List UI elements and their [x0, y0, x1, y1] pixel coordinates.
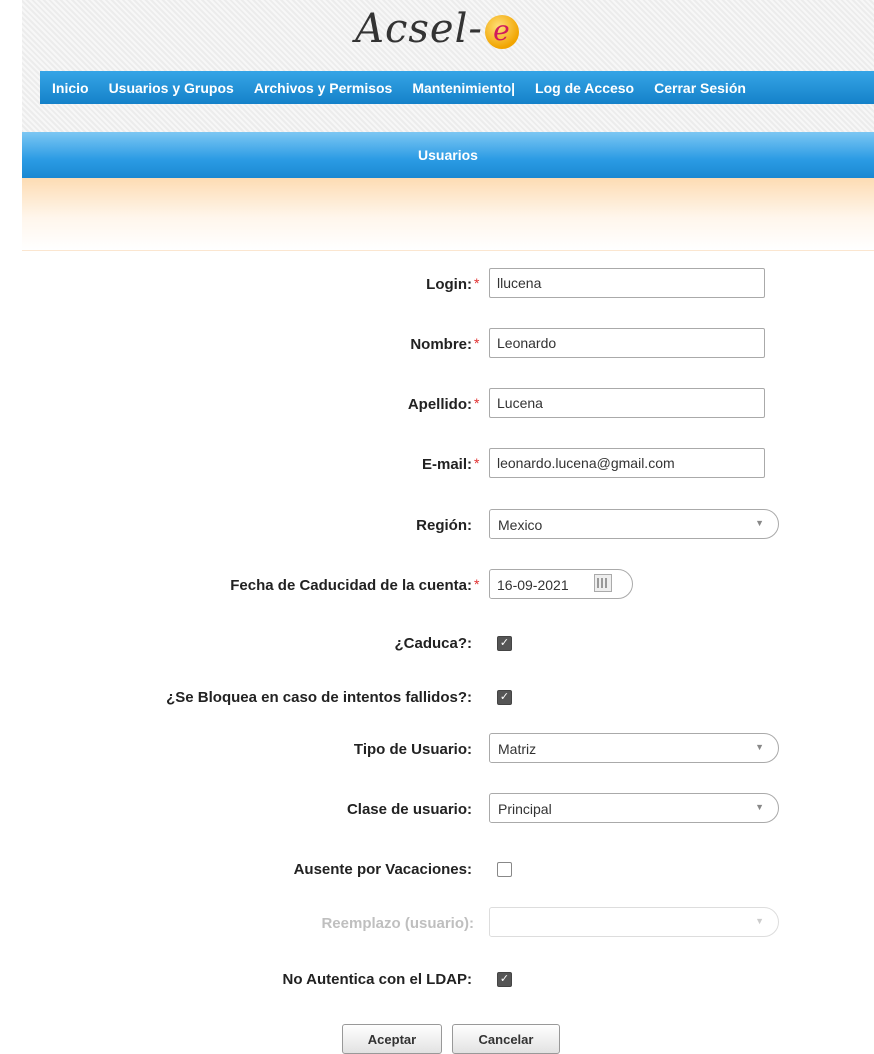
- chevron-down-icon: ▼: [755, 742, 764, 752]
- chevron-down-icon: ▼: [755, 802, 764, 812]
- login-row: Login: *: [0, 266, 874, 306]
- chevron-down-icon: ▼: [755, 518, 764, 528]
- tipo-label: Tipo de Usuario:: [353, 741, 472, 758]
- nombre-row: Nombre: *: [0, 326, 874, 366]
- login-input[interactable]: [489, 268, 765, 298]
- main-nav: Inicio Usuarios y Grupos Archivos y Perm…: [40, 71, 874, 104]
- ldap-label: No Autentica con el LDAP:: [282, 971, 472, 988]
- ausente-checkbox[interactable]: [497, 862, 512, 877]
- nav-archivos-permisos[interactable]: Archivos y Permisos: [254, 80, 393, 96]
- logo-text: Acsel-: [355, 6, 483, 52]
- nav-usuarios-grupos[interactable]: Usuarios y Grupos: [109, 80, 234, 96]
- fecha-date-input[interactable]: 16-09-2021: [489, 569, 633, 599]
- apellido-label: Apellido:: [407, 396, 472, 413]
- reemplazo-colon: :: [469, 915, 474, 932]
- app-logo: Acsel-e: [0, 6, 874, 52]
- bloquea-label: ¿Se Bloquea en caso de intentos fallidos…: [166, 689, 472, 706]
- ldap-checkbox[interactable]: ✓: [497, 972, 512, 987]
- fecha-row: Fecha de Caducidad de la cuenta: * 16-09…: [0, 567, 874, 607]
- page-title-bar: Usuarios: [22, 132, 874, 178]
- region-row: Región: Mexico ▼: [0, 507, 874, 547]
- caduca-checkbox[interactable]: ✓: [497, 636, 512, 651]
- ldap-row: No Autentica con el LDAP: ✓: [0, 961, 874, 1001]
- required-mark: *: [474, 275, 480, 291]
- nombre-label: Nombre:: [410, 336, 472, 353]
- region-select[interactable]: Mexico ▼: [489, 509, 779, 539]
- email-label: E-mail:: [421, 456, 472, 473]
- logo-e-icon: e: [484, 15, 519, 49]
- caduca-row: ¿Caduca?: ✓: [0, 625, 874, 665]
- email-input[interactable]: [489, 448, 765, 478]
- tipo-select[interactable]: Matriz ▼: [489, 733, 779, 763]
- tipo-row: Tipo de Usuario: Matriz ▼: [0, 731, 874, 771]
- apellido-input[interactable]: [489, 388, 765, 418]
- required-mark: *: [474, 395, 480, 411]
- clase-value: Principal: [498, 801, 552, 817]
- reemplazo-label: Reemplazo (usuario): [321, 915, 469, 932]
- clase-row: Clase de usuario: Principal ▼: [0, 791, 874, 831]
- clase-select[interactable]: Principal ▼: [489, 793, 779, 823]
- tipo-value: Matriz: [498, 741, 537, 757]
- email-row: E-mail: *: [0, 446, 874, 486]
- nombre-input[interactable]: [489, 328, 765, 358]
- page-title: Usuarios: [418, 147, 478, 163]
- nav-inicio[interactable]: Inicio: [52, 80, 89, 96]
- cancelar-button[interactable]: Cancelar: [452, 1024, 560, 1054]
- ausente-label: Ausente por Vacaciones:: [293, 861, 472, 878]
- reemplazo-row: Reemplazo (usuario) : ▼: [0, 905, 874, 945]
- aceptar-button[interactable]: Aceptar: [342, 1024, 442, 1054]
- nav-mantenimiento[interactable]: Mantenimiento|: [412, 80, 515, 96]
- reemplazo-select[interactable]: ▼: [489, 907, 779, 937]
- fecha-value: 16-09-2021: [497, 577, 569, 593]
- bloquea-row: ¿Se Bloquea en caso de intentos fallidos…: [0, 679, 874, 719]
- apellido-row: Apellido: *: [0, 386, 874, 426]
- caduca-label: ¿Caduca?:: [394, 635, 472, 652]
- required-mark: *: [474, 576, 480, 592]
- nav-log-acceso[interactable]: Log de Acceso: [535, 80, 634, 96]
- orange-band: [22, 178, 874, 251]
- clase-label: Clase de usuario:: [346, 801, 472, 818]
- bloquea-checkbox[interactable]: ✓: [497, 690, 512, 705]
- region-label: Región:: [416, 517, 472, 534]
- required-mark: *: [474, 455, 480, 471]
- fecha-label: Fecha de Caducidad de la cuenta:: [230, 577, 472, 594]
- region-value: Mexico: [498, 517, 543, 533]
- login-label: Login:: [426, 276, 472, 293]
- chevron-down-icon: ▼: [755, 916, 764, 926]
- required-mark: *: [474, 335, 480, 351]
- nav-cerrar-sesion[interactable]: Cerrar Sesión: [654, 80, 746, 96]
- ausente-row: Ausente por Vacaciones:: [0, 851, 874, 891]
- calendar-icon[interactable]: [594, 574, 612, 592]
